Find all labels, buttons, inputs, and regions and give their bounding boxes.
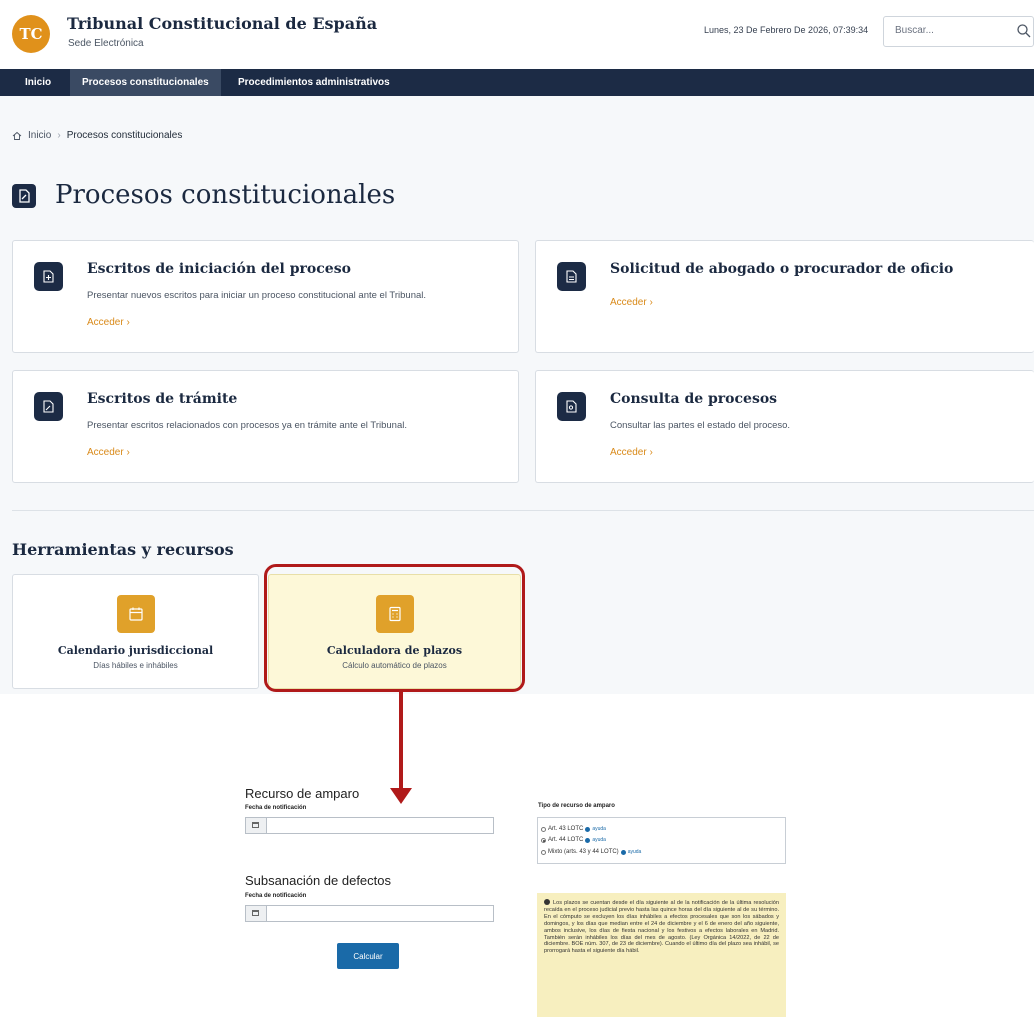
file-plus-icon	[34, 262, 63, 291]
help-link[interactable]: ayuda	[592, 837, 606, 843]
tipo-recurso-label: Tipo de recurso de amparo	[538, 803, 615, 809]
file-edit-icon	[12, 184, 36, 208]
radio-button[interactable]	[541, 849, 546, 855]
radio-button[interactable]	[541, 826, 546, 832]
page-title: Procesos constitucionales	[55, 180, 396, 210]
tipo-recurso-options: Art. 43 LOTC ayuda Art. 44 LOTC ayuda Mi…	[537, 817, 786, 864]
help-icon[interactable]	[585, 826, 591, 832]
search-icon[interactable]	[1016, 23, 1032, 39]
card-consulta-procesos[interactable]: Consulta de procesos Consultar las parte…	[535, 370, 1034, 483]
chevron-right-icon: ›	[57, 130, 61, 141]
radio-label: Mixto (arts. 43 y 44 LOTC)	[548, 849, 619, 855]
calendar-icon	[117, 595, 155, 633]
breadcrumb-current: Procesos constitucionales	[66, 130, 183, 141]
file-edit-icon	[34, 392, 63, 421]
nav-item-procesos-constitucionales[interactable]: Procesos constitucionales	[70, 69, 221, 96]
card-description: Presentar nuevos escritos para iniciar u…	[87, 290, 427, 301]
card-title: Consulta de procesos	[610, 391, 778, 407]
nav-item-procedimientos-administrativos[interactable]: Procedimientos administrativos	[226, 69, 402, 96]
calendar-icon[interactable]	[246, 906, 267, 921]
radio-button-checked[interactable]	[541, 837, 546, 843]
card-solicitud-abogado[interactable]: Solicitud de abogado o procurador de ofi…	[535, 240, 1034, 353]
help-link[interactable]: ayuda	[628, 849, 642, 855]
home-icon[interactable]	[12, 131, 22, 141]
acceder-link[interactable]: Acceder ›	[87, 447, 130, 458]
card-description: Presentar escritos relacionados con proc…	[87, 420, 407, 431]
subsanacion-section-title: Subsanación de defectos	[245, 873, 391, 888]
tools-section-title: Herramientas y recursos	[12, 540, 234, 559]
card-escritos-iniciacion[interactable]: Escritos de iniciación del proceso Prese…	[12, 240, 519, 353]
card-title: Solicitud de abogado o procurador de ofi…	[610, 261, 954, 277]
note-text: Los plazos se cuentan desde el día sigui…	[544, 900, 779, 955]
breadcrumb: Inicio › Procesos constitucionales	[12, 130, 182, 141]
help-link[interactable]: ayuda	[592, 826, 606, 832]
nav-item-inicio[interactable]: Inicio	[13, 69, 63, 96]
datetime-display: Lunes, 23 De Febrero De 2026, 07:39:34	[704, 25, 869, 35]
help-icon[interactable]	[620, 849, 626, 855]
acceder-link[interactable]: Acceder ›	[610, 297, 653, 308]
info-icon	[544, 899, 550, 905]
tool-calendario[interactable]: Calendario jurisdiccional Días hábiles e…	[12, 574, 259, 689]
calendar-icon[interactable]	[246, 818, 267, 833]
file-search-icon	[557, 392, 586, 421]
subsanacion-date-field[interactable]	[245, 905, 494, 922]
radio-label: Art. 44 LOTC	[548, 837, 584, 843]
section-divider	[12, 510, 1034, 511]
arrow-line	[399, 692, 403, 790]
amparo-date-field[interactable]	[245, 817, 494, 834]
amparo-date-label: Fecha de notificación	[245, 805, 307, 811]
subsanacion-date-label: Fecha de notificación	[245, 893, 307, 899]
card-title: Escritos de iniciación del proceso	[87, 261, 351, 277]
highlight-box	[264, 564, 525, 692]
breadcrumb-home[interactable]: Inicio	[28, 130, 51, 141]
site-title[interactable]: Tribunal Constitucional de España	[67, 14, 377, 33]
calcular-button[interactable]: Calcular	[337, 943, 399, 969]
acceder-link[interactable]: Acceder ›	[610, 447, 653, 458]
card-title: Escritos de trámite	[87, 391, 238, 407]
card-description: Consultar las partes el estado del proce…	[610, 420, 791, 431]
plazos-info-note: Los plazos se cuentan desde el día sigui…	[537, 893, 786, 1017]
site-header: TC Tribunal Constitucional de España Sed…	[0, 0, 1034, 69]
radio-label: Art. 43 LOTC	[548, 826, 584, 832]
tool-subtitle: Días hábiles e inhábiles	[93, 661, 178, 670]
main-nav: Inicio Procesos constitucionales Procedi…	[0, 69, 1034, 96]
card-escritos-tramite[interactable]: Escritos de trámite Presentar escritos r…	[12, 370, 519, 483]
amparo-section-title: Recurso de amparo	[245, 786, 360, 801]
acceder-link[interactable]: Acceder ›	[87, 317, 130, 328]
document-icon	[557, 262, 586, 291]
search-input[interactable]	[893, 24, 997, 37]
arrow-down-icon	[390, 788, 412, 804]
logo[interactable]: TC	[12, 15, 50, 53]
search-box[interactable]	[883, 16, 1034, 47]
tool-title: Calendario jurisdiccional	[57, 644, 214, 657]
radio-option[interactable]: Art. 44 LOTC ayuda	[541, 837, 606, 843]
radio-option[interactable]: Art. 43 LOTC ayuda	[541, 826, 606, 832]
radio-option[interactable]: Mixto (arts. 43 y 44 LOTC) ayuda	[541, 849, 641, 855]
help-icon[interactable]	[585, 837, 591, 843]
site-subtitle: Sede Electrónica	[68, 38, 144, 49]
